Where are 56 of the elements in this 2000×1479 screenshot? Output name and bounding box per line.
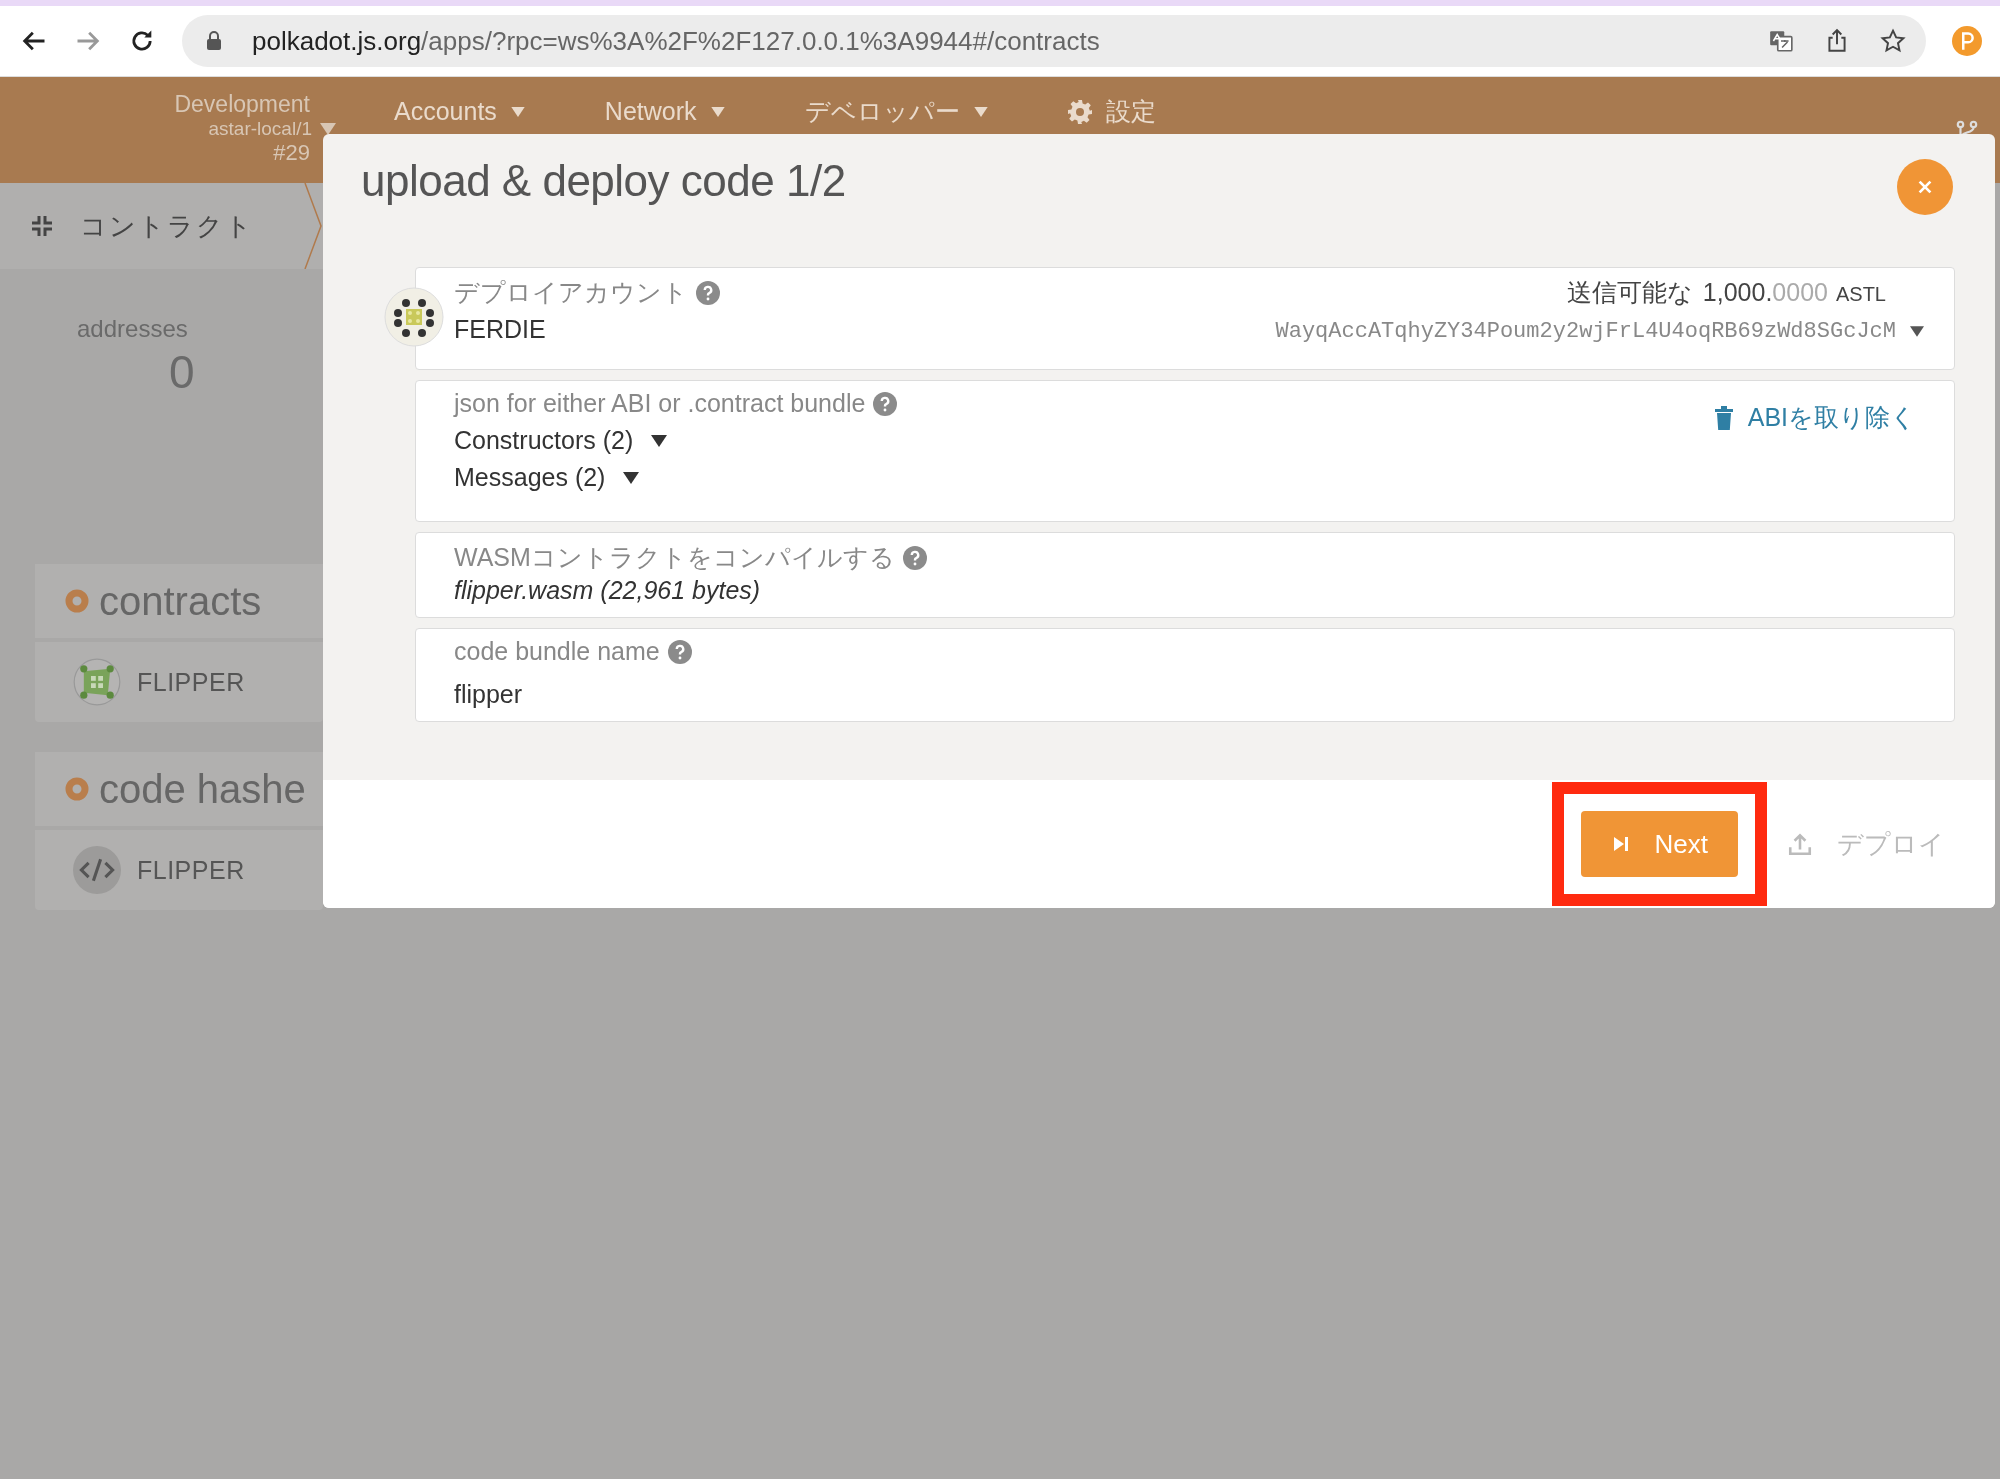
account-address: WayqAccATqhyZY34Poum2y2wjFrL4U4oqRB69zWd8SGcJcM: [1275, 319, 1896, 344]
list-row[interactable]: FLIPPER: [35, 642, 323, 722]
node-name: astar-local/1: [208, 118, 312, 140]
help-icon[interactable]: [696, 280, 720, 305]
upload-icon: [1787, 831, 1813, 857]
extension-icon[interactable]: [1952, 26, 1982, 56]
input-field[interactable]: code bundle name flipper: [415, 628, 1955, 722]
balance-text: 送信可能な 1,000.0000 ASTL: [1566, 277, 1887, 308]
close-icon: [1916, 178, 1934, 196]
trash-icon: [1713, 405, 1734, 430]
input-value: flipper: [454, 680, 524, 709]
block-number: #29: [273, 140, 310, 166]
nav-menu[interactable]: Network: [604, 95, 725, 128]
translate-icon[interactable]: [1768, 28, 1794, 54]
caret-icon: [973, 106, 988, 117]
dialog-title: upload & deploy code 1/2: [361, 156, 846, 206]
address-bar[interactable]: polkadot.js.org/apps/?rpc=ws%3A%2F%2F127.0.0.1%3A9944#/contracts: [182, 15, 1926, 67]
nav-menu[interactable]: 設定: [1067, 95, 1156, 128]
code-icon: [73, 846, 121, 894]
ring-icon: [65, 777, 89, 801]
section-header: contracts: [35, 564, 323, 638]
field-label: code bundle name: [454, 637, 660, 666]
caret-icon: [510, 106, 525, 117]
field-label: デプロイアカウント: [454, 277, 688, 308]
nav-menu[interactable]: デベロッパー: [804, 95, 988, 128]
help-icon[interactable]: [873, 391, 898, 416]
caret-icon: [651, 434, 668, 447]
ring-icon: [65, 589, 89, 613]
file-name: flipper.wasm (22,961 bytes): [454, 576, 762, 605]
expander[interactable]: Messages (2): [454, 463, 1714, 492]
lock-icon: [206, 31, 222, 51]
remove-link[interactable]: ABIを取り除く: [1713, 401, 1916, 434]
identicon-icon: [73, 658, 121, 706]
account-name: FERDIE: [454, 315, 547, 344]
expander[interactable]: Constructors (2): [454, 426, 1714, 455]
close-button[interactable]: [1897, 159, 1953, 215]
field-label: json for either ABI or .contract bundle: [454, 389, 866, 418]
account-selector[interactable]: デプロイアカウント FERDIE 送信可能な 1,000.0000 ASTL WayqAccATqhyZY34Poum2y2wjFrL4U4oqRB69zWd8SGcJcM: [415, 267, 1955, 370]
section-header: code hashe: [35, 752, 323, 826]
summary-label: addresses: [77, 315, 189, 343]
chain-selector[interactable]: Development astar-local/1 #29: [130, 91, 310, 166]
gear-icon: [1067, 99, 1092, 124]
caret-icon: [623, 471, 640, 484]
compress-icon: [30, 214, 54, 238]
next-button[interactable]: Next: [1580, 811, 1738, 877]
summary-value: 0: [169, 345, 196, 399]
star-icon[interactable]: [1880, 28, 1906, 54]
nav-menu[interactable]: Accounts: [394, 95, 525, 128]
caret-icon: [710, 106, 725, 117]
list-row[interactable]: FLIPPER: [35, 830, 323, 910]
url-text: polkadot.js.org/apps/?rpc=ws%3A%2F%2F127.0.0.1%3A9944#/contracts: [252, 25, 1100, 57]
chain-name: Development: [174, 91, 310, 118]
help-icon[interactable]: [667, 639, 692, 664]
caret-icon: [1910, 326, 1924, 337]
help-icon[interactable]: [902, 545, 927, 570]
field-label: WASMコントラクトをコンパイルする: [454, 542, 895, 573]
